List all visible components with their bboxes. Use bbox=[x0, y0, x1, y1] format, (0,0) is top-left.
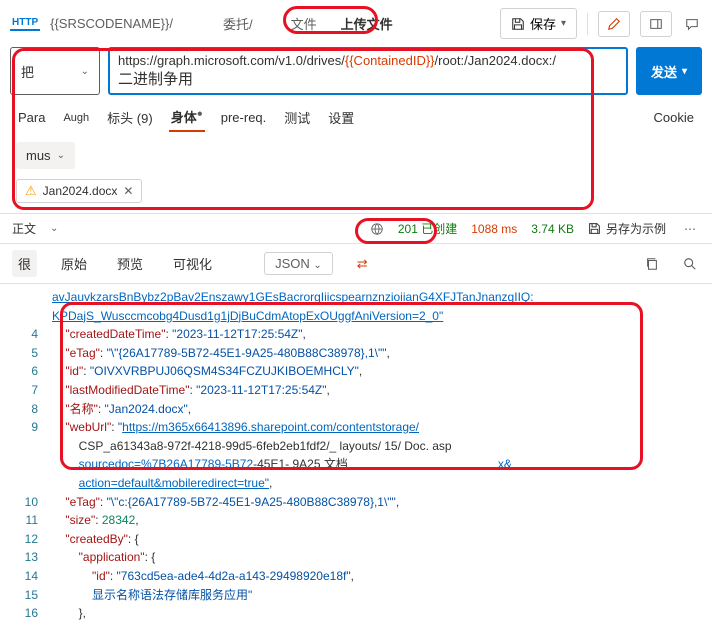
url-input[interactable]: https://graph.microsoft.com/v1.0/drives/… bbox=[108, 47, 628, 95]
tab-cookies[interactable]: Cookie bbox=[652, 106, 696, 129]
save-example-button[interactable]: 另存为示例 bbox=[588, 220, 666, 237]
tab-body[interactable]: 身体● bbox=[169, 103, 205, 132]
method-dropdown[interactable]: 把 ⌄ bbox=[10, 47, 100, 95]
chevron-down-icon: ⌄ bbox=[50, 223, 58, 234]
url-sub: 二进制争用 bbox=[118, 68, 618, 89]
file-chip[interactable]: ⚠ Jan2024.docx ✕ bbox=[16, 179, 142, 203]
more-icon[interactable]: ⋯ bbox=[680, 222, 700, 236]
wrap-icon[interactable]: ⇄ bbox=[351, 252, 374, 276]
response-time: 1088 ms bbox=[471, 222, 517, 236]
url-variable: {{ContainedID}} bbox=[345, 53, 435, 68]
close-icon[interactable]: ✕ bbox=[123, 184, 133, 198]
send-button[interactable]: 发送 ▾ bbox=[636, 47, 702, 95]
url-prefix: https://graph.microsoft.com/v1.0/drives/ bbox=[118, 53, 345, 68]
response-size: 3.74 KB bbox=[531, 222, 574, 236]
save-label: 保存 bbox=[530, 14, 556, 33]
tab-params[interactable]: Para bbox=[16, 106, 47, 129]
tab-tests[interactable]: 测试 bbox=[282, 104, 312, 131]
resptab-json[interactable]: JSON ⌄ bbox=[264, 252, 333, 275]
breadcrumb-2: 文件 bbox=[291, 14, 317, 33]
save-icon bbox=[511, 17, 525, 31]
status-text: 已创建 bbox=[421, 222, 457, 236]
chevron-down-icon: ⌄ bbox=[81, 66, 89, 77]
tab-settings[interactable]: 设置 bbox=[326, 104, 356, 131]
breadcrumb-1: 委托/ bbox=[223, 14, 253, 33]
panel-icon bbox=[649, 17, 663, 31]
http-badge: HTTP bbox=[10, 16, 40, 31]
tab-auth[interactable]: Augh bbox=[61, 108, 91, 128]
pencil-icon bbox=[607, 17, 621, 31]
save-button[interactable]: 保存 ▾ bbox=[500, 8, 577, 39]
save-example-label: 另存为示例 bbox=[606, 220, 666, 237]
body-type-dropdown[interactable]: mus ⌄ bbox=[16, 142, 75, 169]
chevron-down-icon: ▾ bbox=[682, 66, 687, 77]
resptab-pretty[interactable]: 很 bbox=[12, 250, 37, 277]
resptab-preview[interactable]: 预览 bbox=[111, 250, 149, 277]
panel-button[interactable] bbox=[640, 11, 672, 37]
save-icon bbox=[588, 222, 601, 235]
status-code: 201 bbox=[398, 222, 418, 236]
chevron-down-icon: ▾ bbox=[561, 18, 566, 29]
breadcrumb-codename: {{SRSCODENAME}}/ bbox=[50, 16, 173, 31]
warning-icon: ⚠ bbox=[25, 183, 37, 199]
response-body[interactable]: avJauvkzarsBnBybz2pBav2Enszawy1GEsBacror… bbox=[0, 284, 712, 623]
file-chip-label: Jan2024.docx bbox=[43, 184, 118, 198]
send-label: 发送 bbox=[651, 62, 677, 81]
network-icon bbox=[370, 222, 384, 236]
body-type-label: mus bbox=[26, 148, 51, 163]
url-suffix: /root:/Jan2024.docx:/ bbox=[435, 53, 556, 68]
response-label: 正文 bbox=[12, 220, 36, 237]
search-icon[interactable] bbox=[680, 254, 700, 274]
tab-prereq[interactable]: pre-req. bbox=[219, 106, 269, 129]
breadcrumb-3: 上传文件 bbox=[341, 14, 393, 33]
tab-headers[interactable]: 标头 (9) bbox=[105, 104, 155, 131]
method-label: 把 bbox=[21, 62, 34, 81]
resptab-visualize[interactable]: 可视化 bbox=[167, 250, 218, 277]
edit-button[interactable] bbox=[598, 11, 630, 37]
chevron-down-icon: ⌄ bbox=[57, 150, 65, 161]
copy-icon[interactable] bbox=[642, 254, 662, 274]
resptab-raw[interactable]: 原始 bbox=[55, 250, 93, 277]
comment-icon[interactable] bbox=[682, 14, 702, 34]
